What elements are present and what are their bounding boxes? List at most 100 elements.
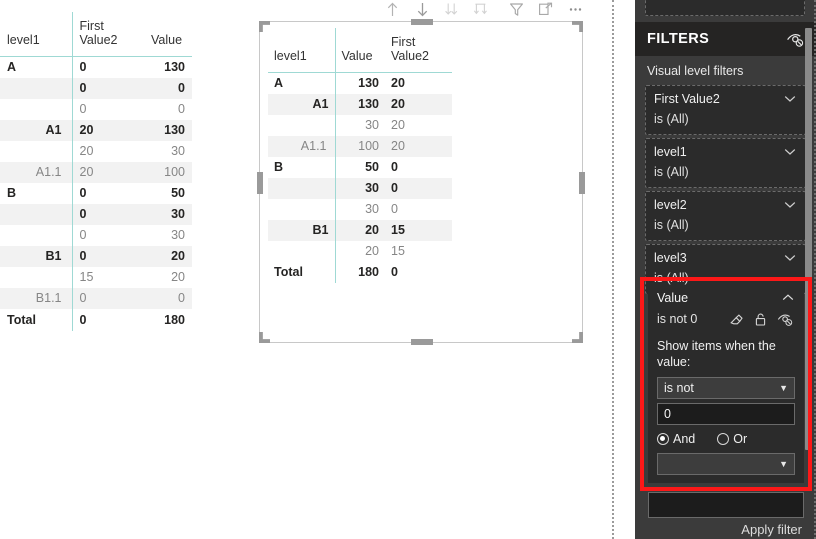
column-header-value[interactable]: Value [334,28,385,73]
left-matrix-header: level1 First Value2 Value [0,12,192,57]
expand-all-down-icon[interactable] [466,0,495,21]
table-row[interactable]: 15 20 [0,267,192,288]
chevron-up-icon[interactable] [781,290,795,310]
row-label [268,178,335,199]
row-label [268,115,335,136]
resize-handle-right[interactable] [579,172,585,194]
resize-handle-bottom[interactable] [411,339,433,345]
radio-and[interactable]: And [657,432,695,446]
cell-value: 30 [171,228,185,242]
table-row[interactable]: 20 15 [268,241,548,262]
cell-spacer [452,178,548,199]
table-row[interactable]: A1.1 100 20 [268,136,548,157]
cell-first-value2: 20 [385,94,452,115]
hide-filter-pane-icon[interactable] [786,30,804,48]
table-row[interactable]: 30 0 [268,199,548,220]
drill-down-icon[interactable] [407,0,436,21]
filter-value-input-2[interactable] [648,492,804,518]
table-row[interactable]: A1 20 130 [0,120,192,141]
table-row[interactable]: A1.1 20 100 [0,162,192,183]
table-row[interactable]: B 50 0 [268,157,548,178]
filter-card-value[interactable]: Value is not 0 Show items when the value… [648,285,804,483]
row-label: Total [274,265,303,279]
page-title: FILTERS [647,31,710,47]
chevron-down-icon[interactable] [783,250,797,268]
filter-card[interactable]: level1 is (All) [645,138,806,188]
resize-handle-bottom-left[interactable] [259,332,270,343]
filter-state-text: is not 0 [657,312,698,326]
column-header-first-value2[interactable]: First Value2 [385,28,452,73]
drill-up-icon[interactable] [378,0,407,21]
resize-handle-bottom-right[interactable] [572,332,583,343]
chevron-down-icon: ▼ [779,382,788,393]
table-row[interactable]: B1 20 15 [268,220,548,241]
filter-state-text: is (All) [654,218,689,232]
table-row[interactable]: B1.1 0 0 [0,288,192,310]
row-label [0,204,72,225]
cell-spacer [452,157,548,178]
row-label: B1.1 [0,288,72,310]
cell-first-value2: 0 [71,78,144,99]
column-header-level1[interactable]: level1 [268,28,335,73]
chevron-down-icon[interactable] [783,91,797,109]
highlight-box: Value is not 0 Show items when the value… [640,277,812,491]
row-label [0,99,72,120]
center-matrix-visual[interactable]: level1 Value First Value2 A 130 20 A1 130 20 3… [257,19,585,345]
filter-card-title-row: First Value2 [654,91,797,109]
table-row[interactable]: Total 180 0 [268,262,548,283]
cell-first-value2: 0 [385,178,452,199]
filter-card-title-row: level3 [654,250,797,268]
cell-value: 20 [334,220,385,241]
table-row[interactable]: 0 30 [0,225,192,246]
cell-value: 0 [178,102,185,116]
table-row[interactable]: 00 [0,78,192,99]
table-row[interactable]: B 0 50 [0,183,192,204]
cell-value: 130 [334,94,385,115]
lock-filter-icon[interactable] [753,312,768,327]
left-matrix-visual[interactable]: level1 First Value2 Value A 0 130 0 0 0 0 A1 20 1… [0,12,192,331]
resize-handle-top[interactable] [411,19,433,25]
chevron-down-icon[interactable] [783,197,797,215]
row-label: A [274,76,284,90]
hide-filter-icon[interactable] [777,311,793,327]
more-options-icon[interactable] [561,0,590,21]
center-matrix-table: level1 Value First Value2 A 130 20 A1 130 20 3… [268,28,548,283]
filter-card[interactable]: level2 is (All) [645,191,806,241]
clear-filter-icon[interactable] [729,312,744,327]
column-header-level1[interactable]: level1 [0,12,72,57]
focus-mode-icon[interactable] [531,0,560,21]
cell-first-value2: 0 [71,309,144,331]
table-row[interactable]: A 130 20 [268,72,548,94]
table-row[interactable]: B1 0 20 [0,246,192,267]
table-row[interactable]: 0 30 [0,204,192,225]
filter-condition-select-1[interactable]: is not ▼ [657,377,795,399]
filter-card-partial[interactable] [645,0,805,16]
row-label [0,225,72,246]
table-row[interactable]: 20 30 [0,141,192,162]
column-header-value[interactable]: Value [144,12,192,57]
filter-card-list: First Value2 is (All) level1 is (All) level2… [645,85,806,294]
table-row[interactable]: A 0 130 [0,56,192,78]
go-to-next-level-icon[interactable] [437,0,466,21]
filter-card[interactable]: First Value2 is (All) [645,85,806,135]
radio-or[interactable]: Or [717,432,747,446]
row-label: A1.1 [268,136,335,157]
filter-condition-select-2[interactable]: ▼ [657,453,795,475]
filter-card-value-state-row: is not 0 [657,311,795,327]
row-label: B1 [268,220,335,241]
cell-value: 180 [144,309,192,331]
apply-filter-button[interactable]: Apply filter [648,522,804,537]
filter-value-input-1[interactable]: 0 [657,403,795,425]
chevron-down-icon[interactable] [783,144,797,162]
column-header-first-value2[interactable]: First Value2 [71,12,144,57]
cell-value: 20 [171,270,185,284]
table-row[interactable]: 30 0 [268,178,548,199]
table-row[interactable]: A1 130 20 [268,94,548,115]
table-row[interactable]: 30 20 [268,115,548,136]
filter-icon[interactable] [502,0,531,21]
center-matrix-body: A 130 20 A1 130 20 30 20 A1.1 100 20 B 50 0 30 0 30 0 B1 20… [268,72,548,283]
resize-handle-left[interactable] [257,172,263,194]
table-row[interactable]: Total 0 180 [0,309,192,331]
table-row[interactable]: 00 [0,99,192,120]
resize-handle-top-right[interactable] [572,21,583,32]
